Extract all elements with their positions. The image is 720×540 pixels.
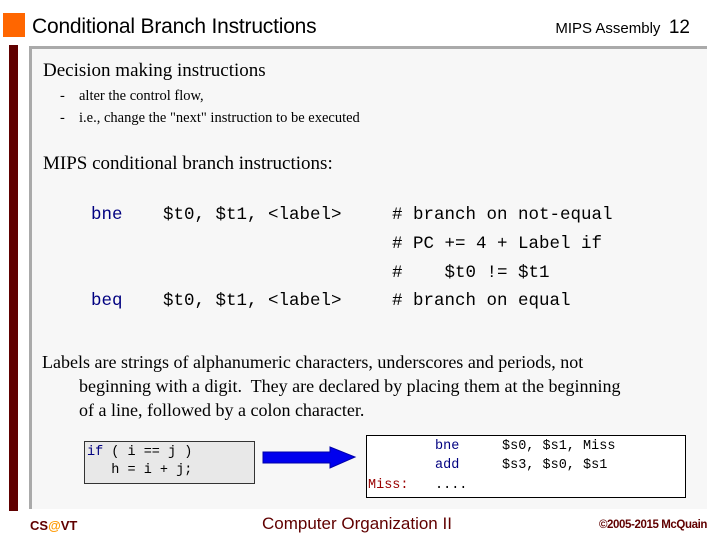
- labels-paragraph-line: beginning with a digit. They are declare…: [79, 376, 621, 396]
- slide-header-info: MIPS Assembly 12: [555, 15, 690, 42]
- code-comment: # PC += 4 + Label if: [392, 234, 603, 254]
- code-comment: # $t0 != $t1: [392, 263, 550, 283]
- mips-label-miss: Miss:: [368, 478, 409, 493]
- page-number: 12: [668, 17, 690, 38]
- code-comment: # branch on equal: [392, 291, 571, 311]
- title-accent-square: [3, 13, 25, 37]
- heading-mips-branches: MIPS conditional branch instructions:: [43, 153, 333, 174]
- heading-decision-making: Decision making instructions: [43, 60, 266, 81]
- mips-operands: $s3, $s0, $s1: [502, 458, 608, 473]
- arrow-shape: [262, 446, 357, 469]
- bullet-dash: -: [60, 110, 65, 126]
- mips-mnemonic: add: [435, 458, 460, 473]
- course-label: MIPS Assembly: [555, 20, 661, 37]
- code-mnemonic: beq: [91, 291, 123, 311]
- bullet-text: alter the control flow,: [79, 88, 204, 104]
- footer-at-symbol: @: [48, 518, 61, 533]
- code-mnemonic: bne: [91, 205, 123, 225]
- mips-ellipsis: ....: [435, 478, 468, 493]
- footer-cs-vt: CS@VT: [30, 518, 78, 533]
- code-comment: # branch on not-equal: [392, 205, 613, 225]
- labels-paragraph-line: Labels are strings of alphanumeric chara…: [42, 352, 584, 372]
- side-accent-bar: [9, 45, 18, 511]
- c-code-example: if ( i == j ) h = i + j;: [84, 441, 255, 484]
- footer-copyright: ©2005-2015 McQuain: [598, 519, 707, 531]
- footer-course-name: Computer Organization II: [262, 514, 452, 533]
- bullet-text: i.e., change the "next" instruction to b…: [79, 110, 360, 126]
- c-condition: ( i == j ): [103, 445, 193, 460]
- labels-paragraph-line: of a line, followed by a colon character…: [79, 400, 365, 420]
- bullet-dash: -: [60, 88, 65, 104]
- slide-title: Conditional Branch Instructions: [32, 15, 317, 38]
- code-operands: $t0, $t1, <label>: [163, 291, 342, 311]
- c-statement: h = i + j;: [87, 463, 193, 478]
- mips-mnemonic: bne: [435, 439, 460, 454]
- c-keyword-if: if: [87, 445, 104, 460]
- mips-operands: $s0, $s1, Miss: [502, 439, 616, 454]
- right-arrow-icon: [262, 446, 357, 469]
- mips-code-example: bne $s0, $s1, Miss add $s3, $s0, $s1 Mis…: [366, 435, 686, 498]
- code-operands: $t0, $t1, <label>: [163, 205, 342, 225]
